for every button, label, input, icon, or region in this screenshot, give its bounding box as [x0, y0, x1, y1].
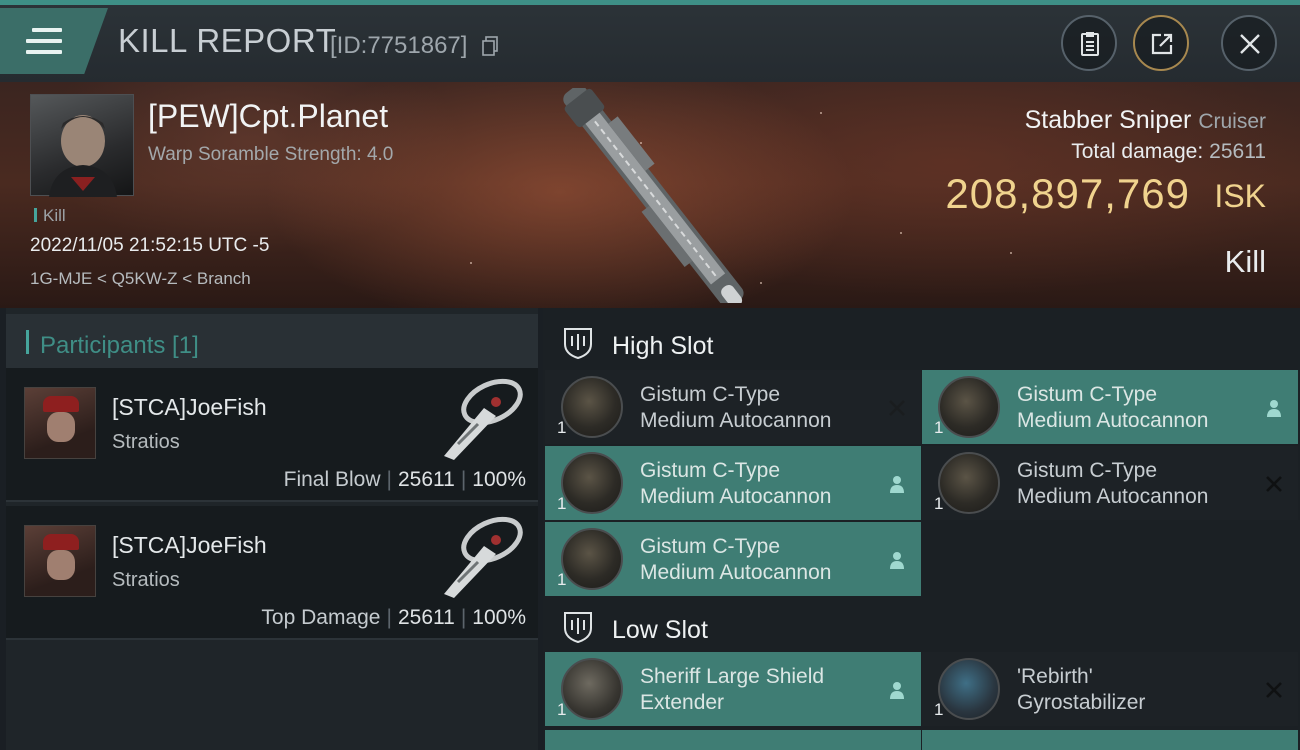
- module-quantity: 1: [557, 700, 567, 719]
- victim-banner: [PEW]Cpt.Planet Warp Soramble Strength: …: [0, 82, 1300, 308]
- report-id: [ID:7751867]: [330, 32, 468, 59]
- autocannon-icon: [561, 528, 623, 590]
- high-slot-header: High Slot: [543, 312, 1300, 372]
- module-name: 'Rebirth' Gyrostabilizer: [1017, 665, 1146, 714]
- high-slot-label: High Slot: [612, 332, 714, 360]
- module-item[interactable]: 1 Gistum C-Type Medium Autocannon: [545, 370, 921, 444]
- module-item[interactable]: 1 Gistum C-Type Medium Autocannon: [922, 370, 1298, 444]
- hamburger-icon: [26, 28, 62, 54]
- x-icon: [889, 400, 905, 416]
- menu-button[interactable]: [0, 8, 108, 74]
- accent-line: [0, 0, 1300, 5]
- clipboard-button[interactable]: [1061, 15, 1117, 71]
- module-item[interactable]: 1 Gistum C-Type Medium Autocannon: [545, 522, 921, 596]
- total-damage: Total damage: 25611: [1071, 140, 1266, 163]
- participant-ship: Stratios: [112, 431, 180, 453]
- person-icon: [1267, 400, 1281, 417]
- module-name: Gistum C-Type Medium Autocannon: [640, 535, 832, 584]
- low-slot-label: Low Slot: [612, 616, 708, 644]
- close-button[interactable]: [1221, 15, 1277, 71]
- isk-value: 208,897,769: [945, 170, 1190, 217]
- x-icon: [1266, 476, 1282, 492]
- module-quantity: 1: [934, 494, 944, 513]
- module-quantity: 1: [557, 418, 567, 437]
- participant-name[interactable]: [STCA]JoeFish: [112, 532, 267, 559]
- participant-card[interactable]: [STCA]JoeFish Stratios Final Blow | 25611 |…: [6, 368, 538, 502]
- low-slot-header: Low Slot: [543, 596, 1300, 656]
- module-name: Gistum C-Type Medium Autocannon: [640, 459, 832, 508]
- copy-icon[interactable]: [482, 36, 498, 56]
- share-icon: [1151, 33, 1173, 55]
- module-quantity: 1: [557, 494, 567, 513]
- participants-header: Participants [1]: [6, 314, 538, 368]
- participant-card[interactable]: [STCA]JoeFish Stratios Top Damage | 25611 |…: [6, 506, 538, 640]
- participants-panel: Participants [1] [STCA]JoeFish Stratios …: [6, 308, 538, 750]
- page-title: KILL REPORT: [118, 22, 337, 59]
- person-icon: [890, 552, 904, 569]
- module-item[interactable]: [922, 730, 1298, 750]
- autocannon-icon: [938, 452, 1000, 514]
- share-button[interactable]: [1133, 15, 1189, 71]
- participant-avatar: [24, 525, 96, 597]
- autocannon-icon: [561, 376, 623, 438]
- module-item[interactable]: 1 Sheriff Large Shield Extender: [545, 652, 921, 726]
- shield-extender-icon: [561, 658, 623, 720]
- participant-stats: Final Blow | 25611 | 100%: [283, 468, 526, 491]
- victim-ship-class: Cruiser: [1198, 110, 1266, 133]
- victim-avatar: [49, 115, 117, 197]
- participant-ship-image: [444, 378, 523, 460]
- kill-tag: Kill: [34, 206, 66, 226]
- kill-timestamp: 2022/11/05 21:52:15 UTC -5: [30, 235, 270, 256]
- kill-location[interactable]: 1G-MJE < Q5KW-Z < Branch: [30, 269, 251, 289]
- autocannon-icon: [561, 452, 623, 514]
- module-item[interactable]: 1 'Rebirth' Gyrostabilizer: [922, 652, 1298, 726]
- isk-unit: ISK: [1214, 178, 1266, 214]
- victim-ship-image: [563, 88, 744, 303]
- module-item[interactable]: 1 Gistum C-Type Medium Autocannon: [545, 446, 921, 520]
- module-item[interactable]: 1 Gistum C-Type Medium Autocannon: [922, 446, 1298, 520]
- victim-subtitle: Warp Soramble Strength: 4.0: [148, 144, 394, 165]
- gyrostabilizer-icon: [938, 658, 1000, 720]
- close-icon: [1240, 34, 1260, 54]
- fitting-panel: High Slot 1 Gistum C-Type Medium Autocann…: [543, 308, 1300, 750]
- victim-ship[interactable]: Stabber Sniper Cruiser: [1025, 106, 1266, 135]
- module-name: Sheriff Large Shield Extender: [640, 665, 825, 714]
- participant-ship: Stratios: [112, 569, 180, 591]
- victim-name[interactable]: [PEW]Cpt.Planet: [148, 98, 388, 135]
- module-quantity: 1: [934, 700, 944, 719]
- clipboard-icon: [1081, 32, 1099, 56]
- participant-ship-image: [444, 516, 523, 598]
- victim-portrait[interactable]: [30, 94, 134, 197]
- participant-avatar: [24, 387, 96, 459]
- title-bar: KILL REPORT [ID:7751867]: [0, 0, 1300, 82]
- module-quantity: 1: [557, 570, 567, 589]
- x-icon: [1266, 682, 1282, 698]
- person-icon: [890, 682, 904, 699]
- module-name: Gistum C-Type Medium Autocannon: [640, 383, 832, 432]
- module-name: Gistum C-Type Medium Autocannon: [1017, 459, 1209, 508]
- slot-shield-icon: [564, 612, 592, 644]
- autocannon-icon: [938, 376, 1000, 438]
- participant-stats: Top Damage | 25611 | 100%: [261, 606, 526, 629]
- person-icon: [890, 476, 904, 493]
- module-name: Gistum C-Type Medium Autocannon: [1017, 383, 1209, 432]
- participants-title: Participants [1]: [40, 332, 199, 359]
- participant-name[interactable]: [STCA]JoeFish: [112, 394, 267, 421]
- slot-shield-icon: [564, 328, 592, 360]
- module-item[interactable]: [545, 730, 921, 750]
- kill-result: Kill: [1224, 244, 1266, 279]
- module-quantity: 1: [934, 418, 944, 437]
